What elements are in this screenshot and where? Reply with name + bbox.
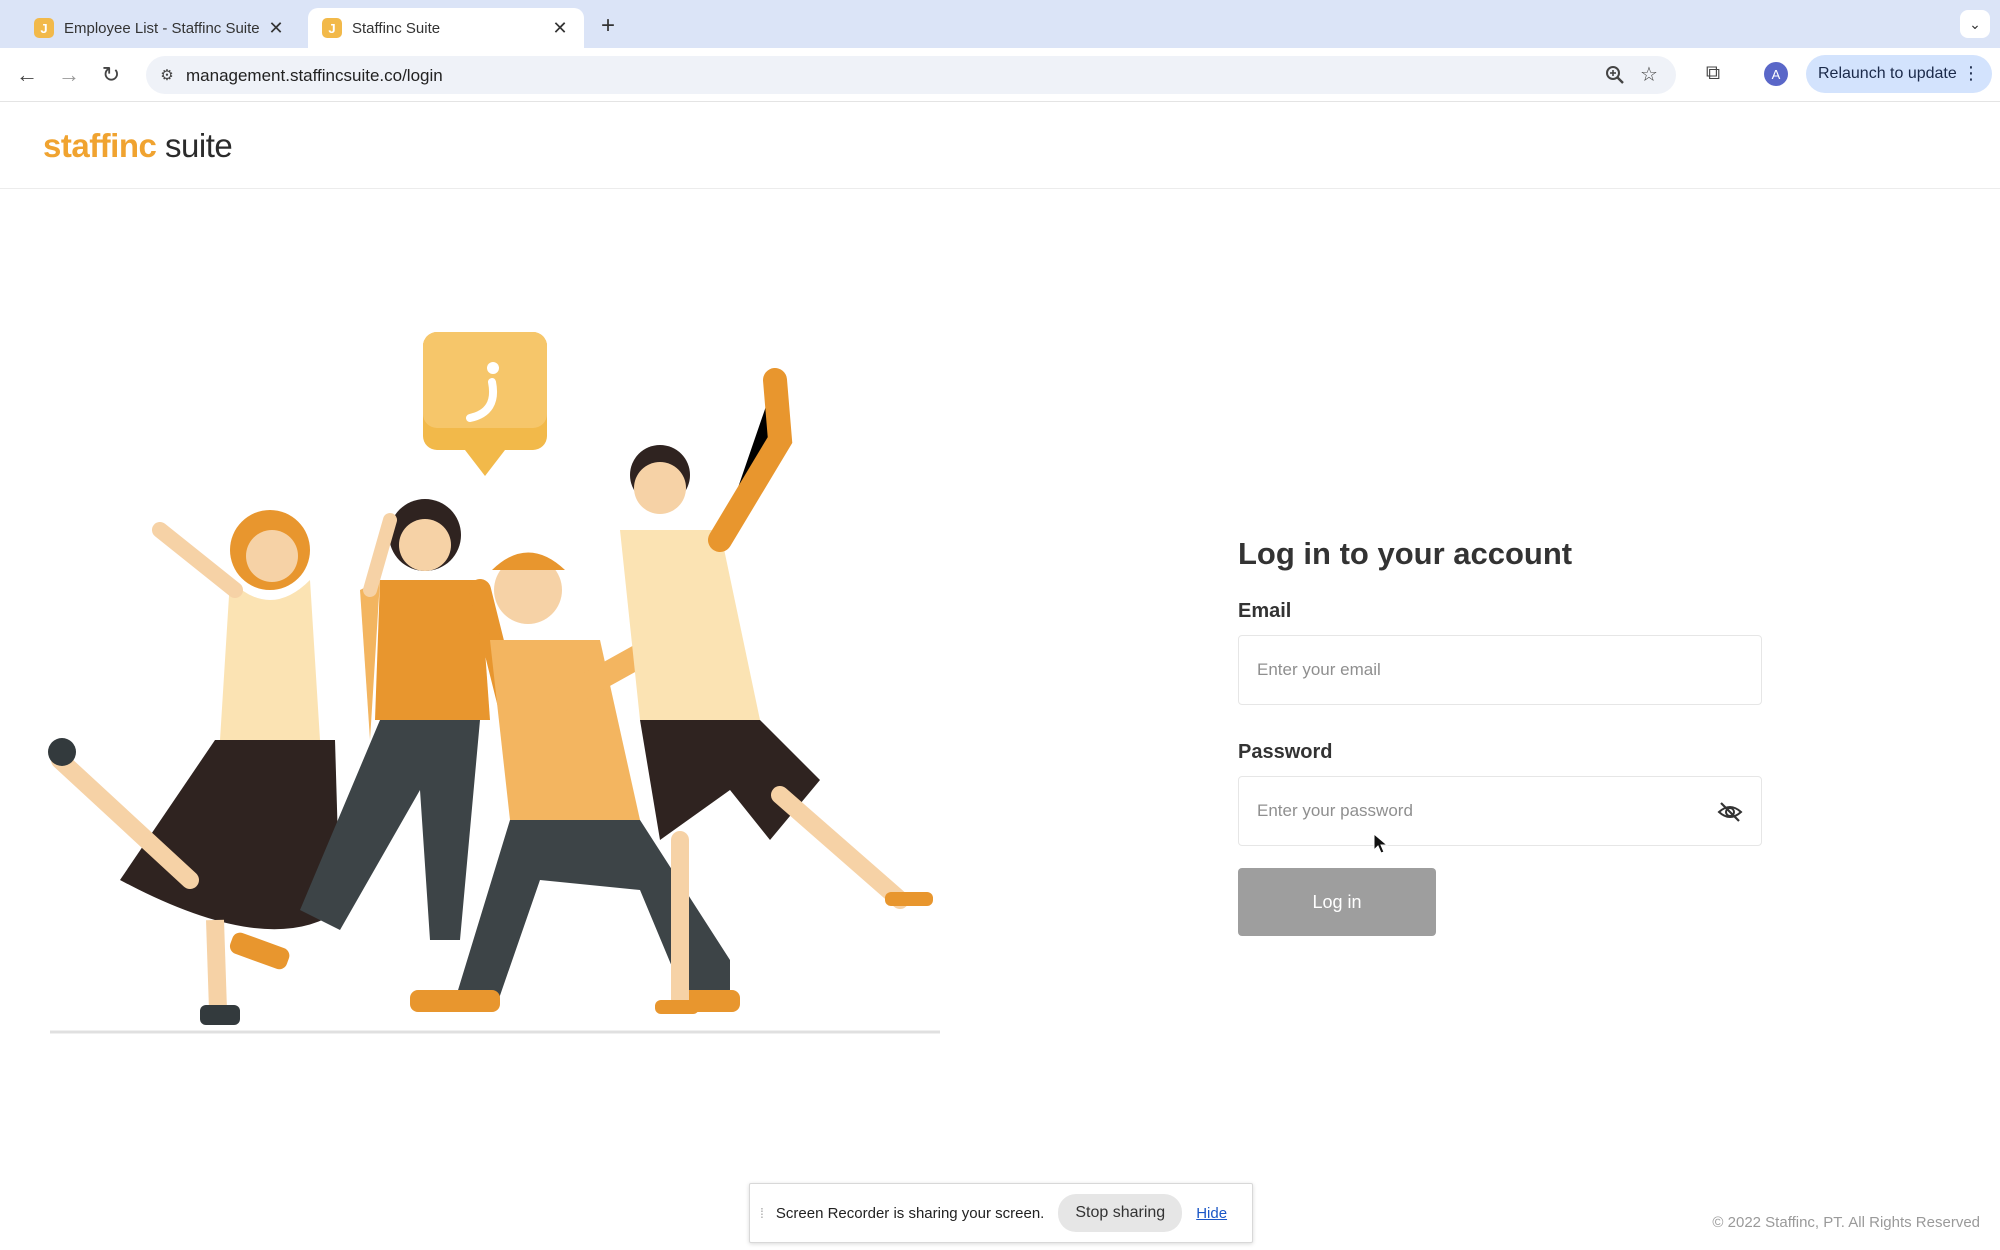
tab-title: Employee List - Staffinc Suite [64, 19, 260, 37]
profile-avatar[interactable]: A [1764, 62, 1788, 86]
browser-toolbar: ← → ↻ ⚙ management.staffincsuite.co/logi… [0, 48, 2000, 102]
login-heading: Log in to your account [1238, 536, 1573, 571]
copyright-text: © 2022 Staffinc, PT. All Rights Reserved [1712, 1214, 1980, 1231]
close-tab-icon[interactable]: ✕ [550, 18, 570, 38]
password-label: Password [1238, 741, 1333, 763]
reload-icon[interactable]: ↻ [96, 60, 126, 90]
email-label: Email [1238, 600, 1292, 622]
eye-off-icon[interactable] [1717, 800, 1743, 824]
bookmark-star-icon[interactable]: ☆ [1640, 62, 1662, 86]
tab-staffinc-suite[interactable]: J Staffinc Suite ✕ [308, 8, 584, 48]
tab-search-chevron-icon[interactable]: ⌄ [1960, 10, 1990, 38]
close-tab-icon[interactable]: ✕ [266, 18, 286, 38]
password-field-container [1238, 776, 1762, 846]
forward-arrow-icon[interactable]: → [54, 60, 84, 90]
zoom-icon[interactable] [1604, 64, 1626, 86]
sharing-message: Screen Recorder is sharing your screen. [775, 1204, 1045, 1222]
new-tab-button[interactable]: + [594, 12, 622, 40]
page-header: staffinc suite [0, 103, 2000, 189]
relaunch-label: Relaunch to update [1818, 65, 1957, 82]
password-field[interactable] [1239, 777, 1761, 845]
staffinc-favicon-icon: J [322, 18, 342, 38]
site-settings-icon[interactable]: ⚙ [156, 64, 178, 86]
extensions-puzzle-icon[interactable]: ⧉ [1700, 60, 1726, 86]
more-menu-icon[interactable]: ⋮ [1962, 63, 1980, 84]
back-arrow-icon[interactable]: ← [12, 60, 42, 90]
email-field[interactable] [1239, 636, 1761, 704]
address-bar[interactable]: ⚙ management.staffincsuite.co/login ☆ [146, 56, 1676, 94]
staffinc-suite-logo[interactable]: staffinc suite [43, 127, 233, 165]
screen-sharing-bar: ⁞ Screen Recorder is sharing your screen… [749, 1183, 1253, 1243]
team-celebration-illustration [48, 332, 940, 1034]
person-hijab [48, 510, 340, 1025]
drag-handle-icon[interactable]: ⁞ [760, 1205, 764, 1221]
tab-strip: J Employee List - Staffinc Suite ✕ J Sta… [0, 0, 2000, 48]
tab-title: Staffinc Suite [352, 19, 441, 37]
logo-suite-text: suite [165, 127, 233, 164]
tab-employee-list[interactable]: J Employee List - Staffinc Suite ✕ [20, 8, 300, 48]
email-field-container [1238, 635, 1762, 705]
login-form: Log in to your account Email Password Lo… [1238, 536, 1768, 936]
logo-brand-text: staffinc [43, 127, 157, 164]
staffinc-favicon-icon: J [34, 18, 54, 38]
relaunch-to-update-button[interactable]: Relaunch to update ⋮ [1806, 55, 1992, 93]
hide-link[interactable]: Hide [1196, 1205, 1227, 1222]
mouse-cursor-icon [1373, 833, 1389, 854]
speech-bubble-logo-icon [423, 332, 547, 476]
login-button[interactable]: Log in [1238, 868, 1436, 936]
url-text[interactable]: management.staffincsuite.co/login [186, 66, 443, 86]
stop-sharing-button[interactable]: Stop sharing [1058, 1194, 1183, 1232]
